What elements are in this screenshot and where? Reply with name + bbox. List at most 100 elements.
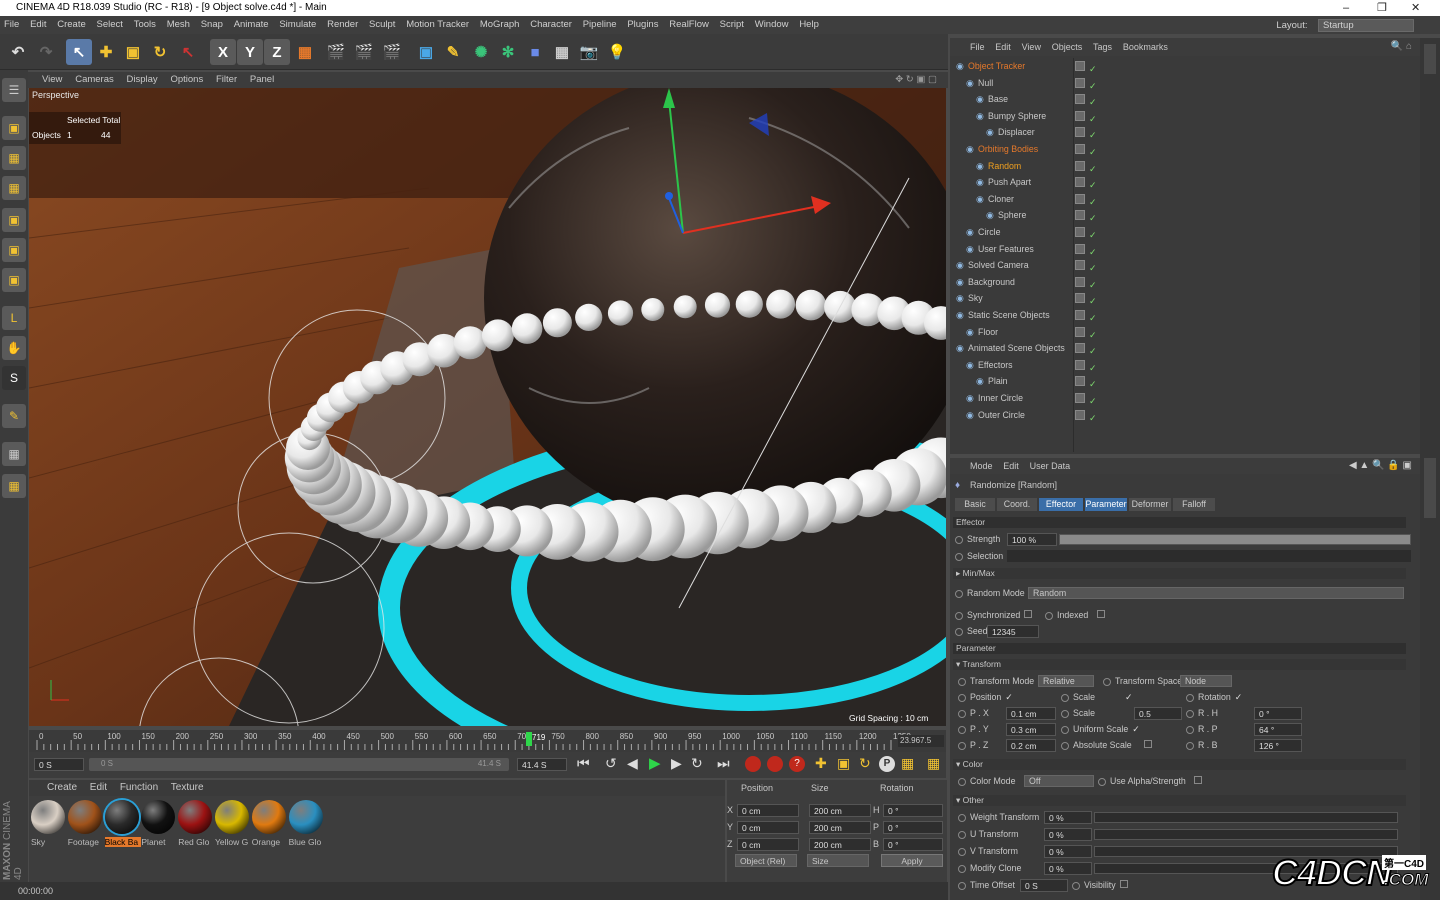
y-axis-lock-icon[interactable]: Y bbox=[237, 39, 263, 65]
transform-section-header[interactable]: ▾ Transform bbox=[953, 659, 1406, 670]
tab-basic[interactable]: Basic bbox=[955, 498, 995, 511]
coord-size-field[interactable]: 200 cm bbox=[809, 821, 871, 834]
coord-rot-field[interactable]: 0 ° bbox=[883, 804, 943, 817]
object-row[interactable]: ◉ Object Tracker ✓ bbox=[950, 58, 1420, 75]
layer-visibility-icon[interactable] bbox=[1075, 293, 1085, 304]
object-name[interactable]: Floor bbox=[978, 324, 998, 340]
utrans-slider[interactable] bbox=[1094, 829, 1398, 840]
menu-mograph[interactable]: MoGraph bbox=[480, 19, 520, 30]
object-name[interactable]: Animated Scene Objects bbox=[968, 340, 1065, 356]
mat-menu-function[interactable]: Function bbox=[120, 782, 158, 793]
coordinate-system-icon[interactable]: ▦ bbox=[292, 39, 318, 65]
selection-field[interactable] bbox=[1007, 550, 1411, 562]
pz-field[interactable]: 0.2 cm bbox=[1006, 739, 1056, 752]
rp-anim-icon[interactable] bbox=[1186, 725, 1194, 734]
minimize-icon[interactable]: – bbox=[1343, 0, 1349, 16]
key-position-icon[interactable]: ✚ bbox=[815, 755, 827, 772]
menu-plugins[interactable]: Plugins bbox=[627, 19, 658, 30]
selection-anim-icon[interactable] bbox=[955, 552, 963, 561]
rh-field[interactable]: 0 ° bbox=[1254, 707, 1302, 720]
vp-menu-filter[interactable]: Filter bbox=[216, 74, 237, 85]
object-name[interactable]: Bumpy Sphere bbox=[988, 108, 1046, 124]
material-swatch[interactable] bbox=[178, 800, 213, 834]
close-icon[interactable]: ✕ bbox=[1411, 0, 1420, 16]
select-tool-icon[interactable]: ↖ bbox=[66, 39, 92, 65]
object-row[interactable]: ◉ Sphere ✓ bbox=[950, 207, 1420, 224]
end-time-field[interactable]: 41.4 S bbox=[517, 758, 567, 771]
object-row[interactable]: ◉ Solved Camera ✓ bbox=[950, 257, 1420, 274]
visibility-checkbox[interactable] bbox=[1120, 880, 1128, 888]
synchronized-checkbox[interactable] bbox=[1024, 610, 1032, 618]
coord-apply-button[interactable]: Apply bbox=[881, 854, 943, 867]
strength-slider[interactable] bbox=[1059, 534, 1411, 545]
object-row[interactable]: ◉ Effectors ✓ bbox=[950, 357, 1420, 374]
menu-create[interactable]: Create bbox=[57, 19, 86, 30]
transform-space-dropdown[interactable]: Node bbox=[1180, 675, 1232, 687]
other-section-header[interactable]: ▾ Other bbox=[953, 795, 1406, 806]
layer-visibility-icon[interactable] bbox=[1075, 310, 1085, 320]
paint-icon[interactable]: ✎ bbox=[2, 404, 26, 428]
pz-anim-icon[interactable] bbox=[958, 741, 966, 750]
menu-simulate[interactable]: Simulate bbox=[279, 19, 316, 30]
object-name[interactable]: Plain bbox=[988, 373, 1008, 389]
x-axis-lock-icon[interactable]: X bbox=[210, 39, 236, 65]
viewport-nav-icons[interactable]: ✥ ↻ ▣ ▢ bbox=[895, 72, 937, 88]
light-icon[interactable]: 💡 bbox=[604, 39, 630, 65]
object-name[interactable]: Displacer bbox=[998, 124, 1035, 140]
record-keys-icon[interactable] bbox=[745, 756, 761, 772]
layer-visibility-icon[interactable] bbox=[1075, 359, 1085, 370]
layer-visibility-icon[interactable] bbox=[1075, 260, 1085, 271]
color-section-header[interactable]: ▾ Color bbox=[953, 759, 1406, 770]
object-name[interactable]: Random bbox=[988, 158, 1021, 174]
layer-visibility-icon[interactable] bbox=[1075, 210, 1085, 221]
next-key-icon[interactable]: ↻ bbox=[691, 755, 703, 772]
am-menu-mode[interactable]: Mode bbox=[970, 461, 993, 471]
mat-menu-create[interactable]: Create bbox=[47, 782, 77, 793]
rh-anim-icon[interactable] bbox=[1186, 709, 1194, 718]
object-row[interactable]: ◉ Floor ✓ bbox=[950, 324, 1420, 341]
layout-selector[interactable]: Layout: Startup bbox=[1272, 16, 1418, 35]
floor-scene-icon[interactable]: ▦ bbox=[549, 39, 575, 65]
uniform-scale-anim-icon[interactable] bbox=[1061, 725, 1069, 734]
use-alpha-checkbox[interactable] bbox=[1194, 776, 1202, 784]
vp-menu-panel[interactable]: Panel bbox=[250, 74, 274, 85]
layer-visibility-icon[interactable] bbox=[1075, 144, 1085, 154]
attributes-side-tab[interactable] bbox=[1424, 458, 1436, 518]
rotation-check-icon[interactable]: ✓ bbox=[1235, 692, 1242, 702]
mat-menu-texture[interactable]: Texture bbox=[171, 782, 204, 793]
synchronized-anim-icon[interactable] bbox=[955, 611, 963, 620]
object-name[interactable]: Cloner bbox=[988, 191, 1014, 207]
scale-tool-icon[interactable]: ▣ bbox=[120, 39, 146, 65]
am-menu-edit[interactable]: Edit bbox=[1003, 461, 1019, 471]
cube-primitive-icon[interactable]: ▣ bbox=[413, 39, 439, 65]
strength-field[interactable]: 100 % bbox=[1007, 533, 1057, 546]
enabled-check-icon[interactable]: ✓ bbox=[1089, 410, 1097, 426]
menu-tools[interactable]: Tools bbox=[134, 19, 156, 30]
timeoffset-field[interactable]: 0 S bbox=[1020, 879, 1068, 892]
coord-rot-field[interactable]: 0 ° bbox=[883, 821, 943, 834]
transform-mode-dropdown[interactable]: Relative bbox=[1038, 675, 1094, 687]
menu-render[interactable]: Render bbox=[327, 19, 358, 30]
make-editable-icon[interactable]: ☰ bbox=[2, 78, 26, 102]
random-mode-dropdown[interactable]: Random bbox=[1028, 587, 1404, 599]
rb-field[interactable]: 126 ° bbox=[1254, 739, 1302, 752]
vp-menu-display[interactable]: Display bbox=[127, 74, 158, 85]
object-name[interactable]: Object Tracker bbox=[968, 58, 1025, 74]
px-field[interactable]: 0.1 cm bbox=[1006, 707, 1056, 720]
scale-check-icon[interactable]: ✓ bbox=[1125, 692, 1132, 702]
object-row[interactable]: ◉ User Features ✓ bbox=[950, 241, 1420, 258]
object-name[interactable]: User Features bbox=[978, 241, 1034, 257]
grid-icon[interactable]: ▦ bbox=[2, 474, 26, 498]
layer-visibility-icon[interactable] bbox=[1075, 243, 1085, 254]
range-slider[interactable]: 0 S 41.4 S bbox=[89, 758, 509, 771]
minmax-section-header[interactable]: ▸ Min/Max bbox=[953, 568, 1406, 579]
object-name[interactable]: Background bbox=[968, 274, 1015, 290]
keyframe-selection-icon[interactable]: ? bbox=[789, 756, 805, 772]
om-menu-edit[interactable]: Edit bbox=[995, 42, 1011, 52]
weight-slider[interactable] bbox=[1094, 812, 1398, 823]
utrans-field[interactable]: 0 % bbox=[1044, 828, 1092, 841]
rp-field[interactable]: 64 ° bbox=[1254, 723, 1302, 736]
object-name[interactable]: Push Apart bbox=[988, 174, 1031, 190]
timeoffset-anim-icon[interactable] bbox=[958, 881, 966, 890]
layer-visibility-icon[interactable] bbox=[1075, 61, 1085, 71]
